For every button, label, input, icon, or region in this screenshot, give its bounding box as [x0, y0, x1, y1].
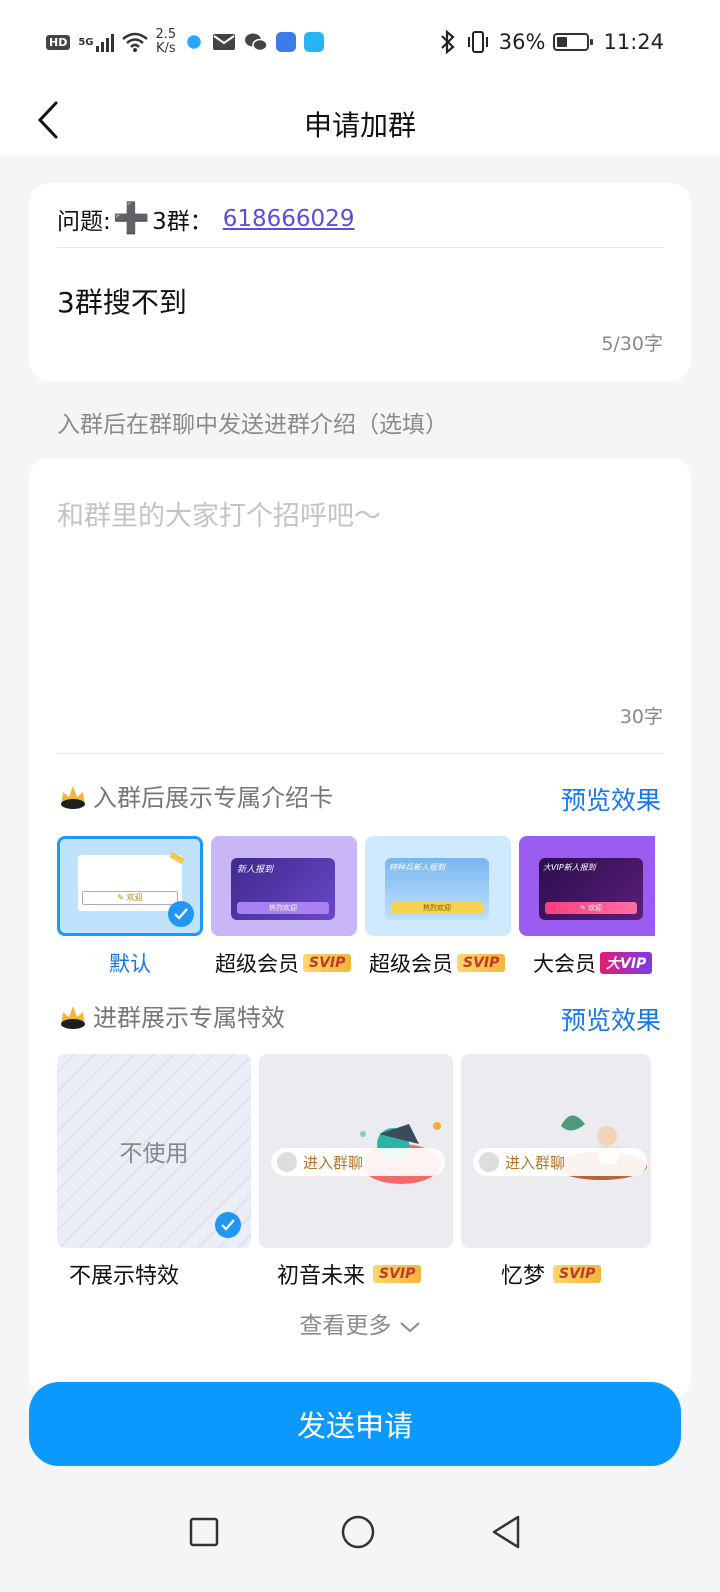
svip-badge: SVIP [457, 954, 506, 972]
card-label-svip-1: 超级会员 SVIP [215, 948, 352, 978]
question-card: 问题: ➕ 3群： 618666029 3群搜不到 5/30字 [29, 183, 691, 381]
card-label-bigvip: 大会员 大VIP [533, 948, 653, 978]
divider [57, 753, 663, 754]
question-row: 问题: ➕ 3群： 618666029 [57, 201, 354, 236]
vip-badge: 大VIP [600, 952, 653, 974]
answer-count: 5/30字 [601, 333, 663, 355]
intro-count: 30字 [619, 706, 663, 728]
card-preview-link[interactable]: 预览效果 [561, 781, 661, 817]
see-more-button[interactable]: 查看更多 [29, 1306, 691, 1340]
default-card-button: ✎ 欢迎 [82, 891, 178, 905]
card-section-header: 入群后展示专属介绍卡 [57, 778, 333, 813]
signal-icon: 5G [78, 32, 114, 52]
page-title: 申请加群 [303, 109, 416, 142]
question-prefix: 问题: [57, 208, 111, 235]
app-icon-2 [276, 32, 297, 52]
avatar [479, 1152, 499, 1172]
status-bar: HD 5G 2.5 K/s 36% 11:24 [0, 0, 720, 88]
header: 申请加群 [0, 88, 720, 156]
effect-yimeng[interactable]: 进入群聊 [461, 1054, 651, 1248]
network-speed: 2.5 K/s [155, 27, 177, 56]
avatar [277, 1152, 297, 1172]
question-link[interactable]: 618666029 [223, 206, 355, 232]
card-label-default: 默认 [109, 952, 151, 976]
home-icon[interactable] [340, 1514, 376, 1550]
app-icon-1 [184, 32, 205, 52]
card-banner: 特种兵新人报到 [389, 863, 445, 872]
status-left: HD 5G 2.5 K/s [46, 27, 325, 56]
card-banner: 新人报到 [237, 865, 274, 875]
card-banner: 大VIP新人报到 [543, 863, 596, 872]
card-label-svip-2: 超级会员 SVIP [369, 948, 506, 978]
clock: 11:24 [603, 30, 664, 54]
effect-label-none: 不展示特效 [69, 1264, 180, 1289]
card-button: ✎ 欢迎 [545, 902, 637, 914]
plus-icon: ➕ [112, 201, 151, 236]
join-pill: 进入群聊 [271, 1148, 445, 1176]
card-button: 热烈欢迎 [391, 902, 483, 914]
card-button: 热烈欢迎 [237, 902, 329, 914]
wifi-icon [121, 32, 148, 52]
selected-check-icon [168, 901, 194, 927]
crown-icon [61, 785, 85, 809]
svip-badge: SVIP [303, 954, 352, 972]
join-pill: 进入群聊 [473, 1148, 647, 1176]
effect-none-label: 不使用 [119, 1141, 189, 1167]
status-right: 36% 11:24 [439, 30, 664, 54]
intro-card-default[interactable]: ✎ 欢迎 [57, 836, 203, 936]
intro-textarea[interactable]: 和群里的大家打个招呼吧～ [57, 494, 381, 533]
recent-apps-icon[interactable] [188, 1516, 220, 1548]
bluetooth-icon [441, 30, 455, 54]
intro-section-label: 入群后在群聊中发送进群介绍（选填） [57, 412, 448, 438]
effect-label-yimeng: 忆梦 SVIP [501, 1258, 602, 1290]
intro-card-svip-2[interactable]: 特种兵新人报到 热烈欢迎 [365, 836, 511, 936]
answer-input[interactable]: 3群搜不到 [57, 281, 187, 321]
crown-icon [61, 1005, 85, 1029]
intro-card: 和群里的大家打个招呼吧～ 30字 入群后展示专属介绍卡 预览效果 ✎ 欢迎 新人… [29, 458, 691, 1398]
svip-badge: SVIP [373, 1265, 422, 1283]
card-section-title: 入群后展示专属介绍卡 [93, 784, 333, 812]
effect-section-title: 进群展示专属特效 [93, 1004, 285, 1032]
battery-icon [553, 33, 594, 51]
divider [57, 247, 663, 248]
system-nav-bar [0, 1486, 720, 1592]
send-request-button[interactable]: 发送申请 [29, 1382, 681, 1466]
selected-check-icon [215, 1212, 241, 1238]
effect-label-miku: 初音未来 SVIP [277, 1258, 422, 1290]
effect-none[interactable]: 不使用 [57, 1054, 251, 1248]
app-icon-3 [304, 32, 325, 52]
battery-percent: 36% [498, 30, 546, 54]
intro-card-svip-1[interactable]: 新人报到 热烈欢迎 [211, 836, 357, 936]
back-nav-icon[interactable] [490, 1514, 522, 1550]
mail-icon [213, 34, 236, 50]
intro-card-bigvip[interactable]: 大VIP新人报到 ✎ 欢迎 [519, 836, 655, 936]
chevron-down-icon [399, 1321, 420, 1332]
wechat-icon [245, 33, 268, 52]
hd-badge: HD [46, 34, 71, 50]
effect-preview-link[interactable]: 预览效果 [561, 1001, 661, 1037]
effect-hatsune-miku[interactable]: 进入群聊 [259, 1054, 453, 1248]
effect-section-header: 进群展示专属特效 [57, 998, 285, 1033]
vibrate-icon [467, 31, 488, 53]
question-group-label: 3群： [152, 208, 213, 235]
svip-badge: SVIP [553, 1265, 602, 1283]
